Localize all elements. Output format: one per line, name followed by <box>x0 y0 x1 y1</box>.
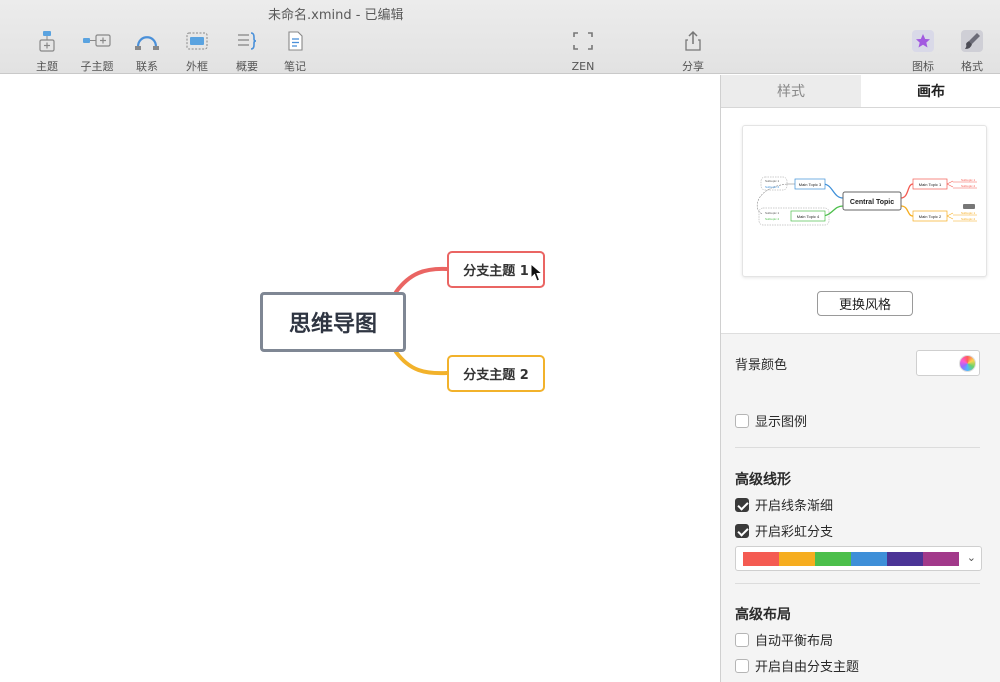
notes-button[interactable]: 笔记 <box>270 30 320 74</box>
rainbow-branch-checkbox[interactable] <box>735 523 749 538</box>
relationship-button[interactable]: 联系 <box>122 30 172 74</box>
taper-line-label: 开启线条渐细 <box>755 499 834 514</box>
mind-map-canvas[interactable]: 思维导图 分支主题 1 分支主题 2 <box>0 75 720 682</box>
format-label: 格式 <box>961 60 983 73</box>
notes-label: 笔记 <box>284 60 306 73</box>
central-topic[interactable]: 思维导图 <box>260 292 406 352</box>
style-thumbnail-map: Central Topic Main Topic 1 Main Topic 2 … <box>756 176 977 226</box>
thumb-subtopic-l4: Subtopic 2 <box>765 217 780 221</box>
branch-topic-2[interactable]: 分支主题 2 <box>447 355 545 392</box>
relationship-icon <box>135 36 159 50</box>
palette-swatch-3 <box>815 552 851 566</box>
paintbrush-icon <box>961 30 983 52</box>
thumb-subtopic-r4: Subtopic 2 <box>961 217 976 221</box>
change-style-button[interactable]: 更换风格 <box>817 291 913 316</box>
show-legend-row[interactable]: 显示图例 <box>735 411 807 430</box>
topic-button[interactable]: 主题 <box>22 30 72 74</box>
palette-swatch-5 <box>887 552 923 566</box>
boundary-icon <box>186 32 208 50</box>
auto-balance-checkbox[interactable] <box>735 632 749 647</box>
share-label: 分享 <box>682 60 704 73</box>
rainbow-branch-row[interactable]: 开启彩虹分支 <box>735 521 833 540</box>
notes-icon <box>288 31 303 51</box>
icons-button[interactable]: 图标 <box>898 30 948 74</box>
thumb-subtopic-l3: Subtopic 1 <box>765 211 780 215</box>
subtopic-button[interactable]: 子主题 <box>72 30 122 74</box>
tab-style[interactable]: 样式 <box>721 75 861 107</box>
format-button[interactable]: 格式 <box>947 30 997 74</box>
share-button[interactable]: 分享 <box>668 30 718 74</box>
palette-swatch-2 <box>779 552 815 566</box>
palette-swatch-6 <box>923 552 959 566</box>
rainbow-branch-label: 开启彩虹分支 <box>755 525 834 540</box>
thumb-subtopic-l2: Subtopic 2 <box>765 185 780 189</box>
divider <box>735 447 980 448</box>
color-wheel-icon[interactable] <box>959 355 976 372</box>
free-subtopic-label: 开启自由分支主题 <box>755 660 860 675</box>
thumb-subtopic-l1: Subtopic 1 <box>765 179 780 183</box>
thumb-main-topic-3: Main Topic 3 <box>799 182 822 187</box>
boundary-button[interactable]: 外框 <box>172 30 222 74</box>
zen-label: ZEN <box>571 60 595 73</box>
advanced-line-title: 高级线形 <box>735 472 791 488</box>
summary-icon <box>238 32 257 50</box>
background-color-picker[interactable] <box>916 350 980 376</box>
summary-label: 概要 <box>236 60 258 73</box>
share-icon <box>685 30 701 51</box>
rainbow-palette-swatches <box>743 552 959 566</box>
toolbar: 未命名.xmind - 已编辑 主题 子主题 联系 外框 概要 笔记 ZEN 分… <box>0 0 1000 74</box>
divider <box>735 583 980 584</box>
free-subtopic-checkbox[interactable] <box>735 658 749 673</box>
thumb-main-topic-2: Main Topic 2 <box>919 214 942 219</box>
mouse-cursor-icon <box>530 263 544 282</box>
branch-connector-2 <box>394 350 449 376</box>
thumb-main-topic-4: Main Topic 4 <box>797 214 820 219</box>
thumb-subtopic-r3: Subtopic 1 <box>961 211 976 215</box>
panel-tabs: 样式 画布 <box>721 75 1000 108</box>
fullscreen-icon <box>573 32 593 50</box>
zen-button[interactable]: ZEN <box>558 30 608 74</box>
format-panel: 样式 画布 Central Topic Main Topic 1 Main To… <box>720 75 1000 682</box>
background-color-row: 背景颜色 <box>735 354 787 373</box>
thumb-subtopic-r1: Subtopic 1 <box>961 178 976 182</box>
style-thumbnail[interactable]: Central Topic Main Topic 1 Main Topic 2 … <box>742 125 987 277</box>
star-icon <box>912 30 934 52</box>
taper-line-checkbox[interactable] <box>735 497 749 512</box>
auto-balance-row[interactable]: 自动平衡布局 <box>735 630 833 649</box>
icons-label: 图标 <box>912 60 934 73</box>
tab-canvas[interactable]: 画布 <box>861 75 1000 107</box>
topic-label: 主题 <box>36 60 58 73</box>
palette-swatch-1 <box>743 552 779 566</box>
thumb-main-topic-1: Main Topic 1 <box>919 182 942 187</box>
show-legend-checkbox[interactable] <box>735 413 749 428</box>
free-subtopic-row[interactable]: 开启自由分支主题 <box>735 656 859 675</box>
boundary-label: 外框 <box>186 60 208 73</box>
show-legend-label: 显示图例 <box>755 415 808 430</box>
branch-connector-1 <box>394 266 449 294</box>
topic-icon <box>39 31 55 52</box>
rainbow-palette-select[interactable]: ⌄ <box>735 546 982 571</box>
subtopic-icon <box>83 34 111 47</box>
auto-balance-label: 自动平衡布局 <box>755 634 834 649</box>
summary-button[interactable]: 概要 <box>222 30 272 74</box>
advanced-layout-title: 高级布局 <box>735 607 791 623</box>
window-title: 未命名.xmind - 已编辑 <box>268 8 404 23</box>
chevron-down-icon[interactable]: ⌄ <box>967 551 976 564</box>
thumb-central-topic: Central Topic <box>850 199 894 206</box>
thumb-subtopic-r2: Subtopic 2 <box>961 184 976 188</box>
style-preview-area: Central Topic Main Topic 1 Main Topic 2 … <box>721 108 1000 334</box>
palette-swatch-4 <box>851 552 887 566</box>
relationship-label: 联系 <box>136 60 158 73</box>
subtopic-label: 子主题 <box>80 60 114 73</box>
taper-line-row[interactable]: 开启线条渐细 <box>735 495 833 514</box>
branch-connectors <box>394 266 449 376</box>
thumb-marker-icon <box>963 204 975 209</box>
background-color-label: 背景颜色 <box>735 358 788 373</box>
